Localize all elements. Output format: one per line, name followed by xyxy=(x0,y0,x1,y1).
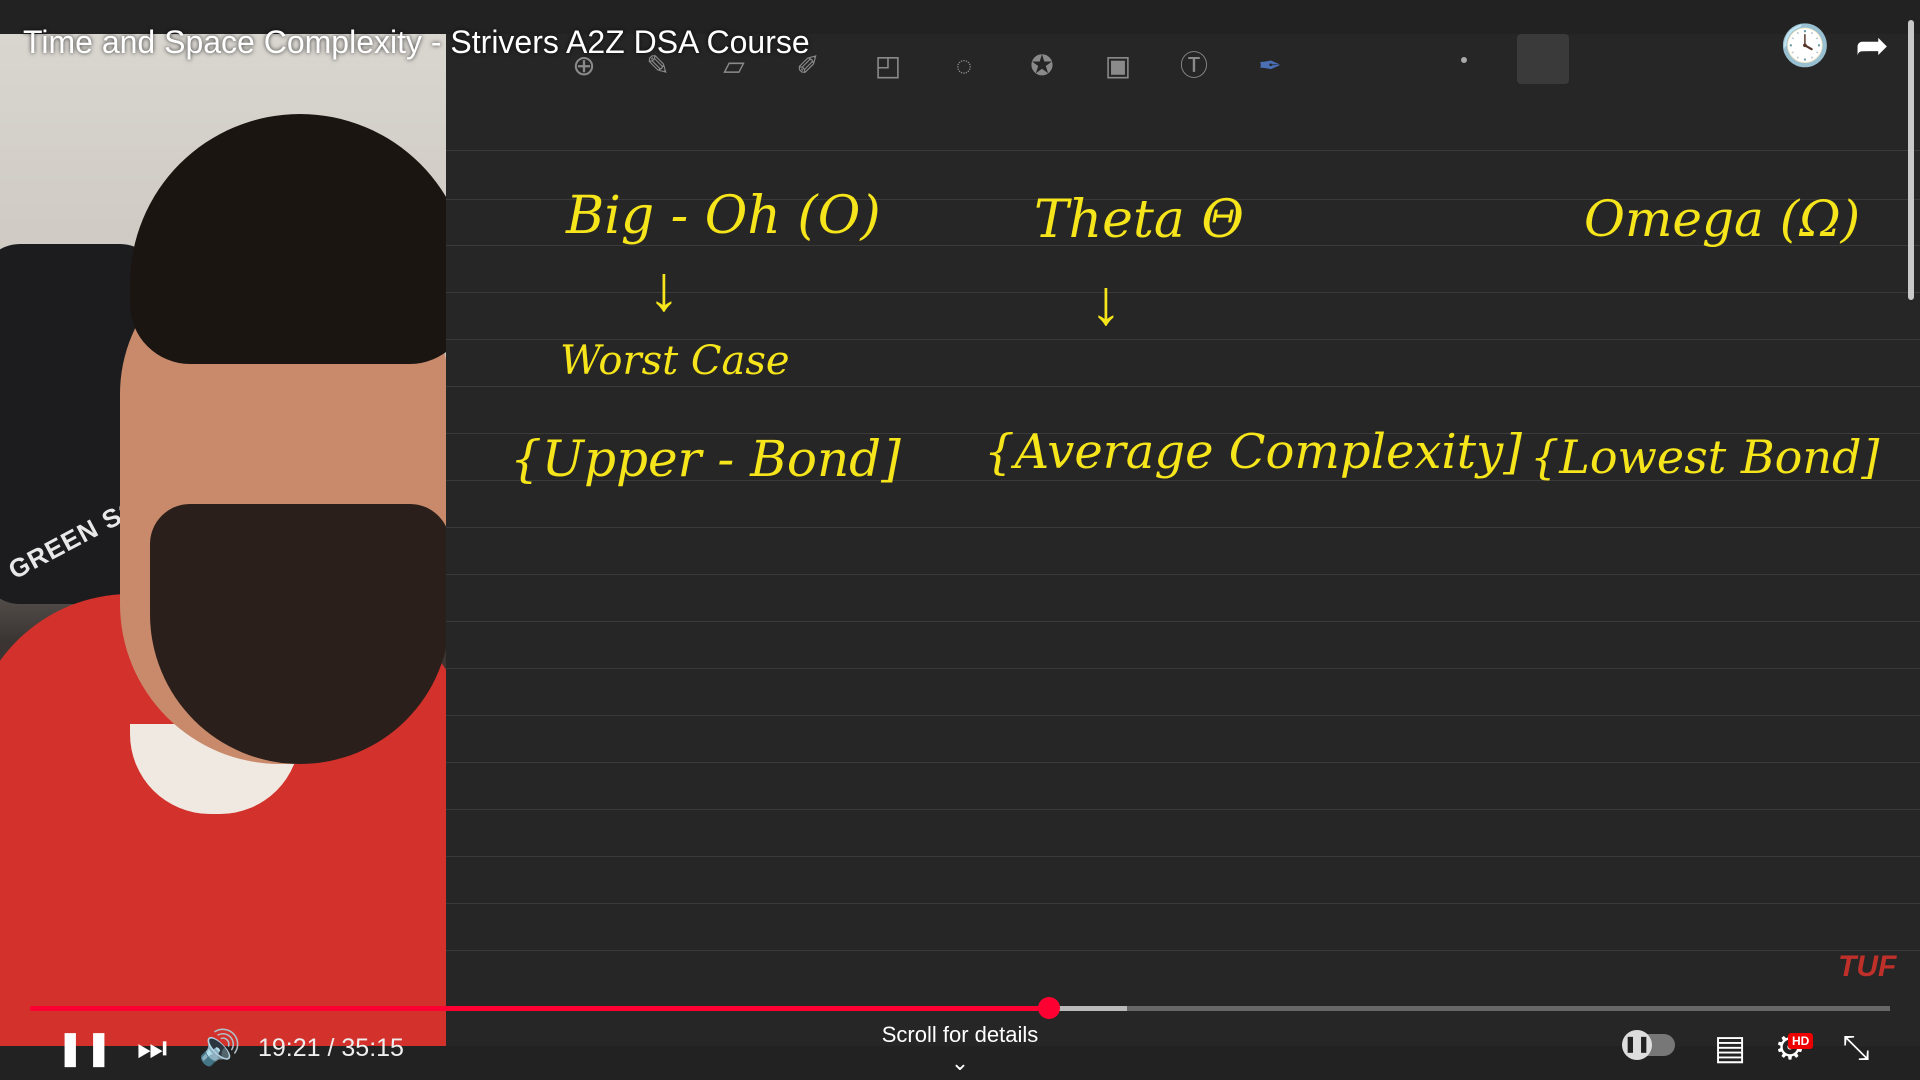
heading-big-oh: Big - Oh (O) xyxy=(566,186,881,246)
meaning-big-oh: Worst Case xyxy=(560,338,790,384)
volume-icon[interactable]: 🔊 xyxy=(198,1026,242,1070)
heading-omega: Omega (Ω) xyxy=(1584,190,1861,248)
pause-icon[interactable]: ❚❚ xyxy=(56,1026,113,1070)
exit-fullscreen-icon[interactable]: ⤡ xyxy=(1834,1026,1878,1070)
progress-bar[interactable] xyxy=(30,997,1890,1019)
arrow-big-oh: ↓ xyxy=(648,252,680,324)
time-display: 19:21 / 35:15 xyxy=(258,1034,404,1062)
lasso-icon: ◌ xyxy=(955,50,973,81)
text-icon: Ⓣ xyxy=(1179,50,1208,81)
bracket-omega: {Lowest Bond] xyxy=(1530,430,1880,484)
share-icon[interactable]: ➦ xyxy=(1848,22,1896,70)
autoplay-pause-icon[interactable]: ❚❚ xyxy=(1622,1030,1652,1060)
sticker-icon: ✪ xyxy=(1030,50,1054,81)
heading-theta: Theta Θ xyxy=(1034,190,1245,250)
scroll-for-details[interactable]: Scroll for details xyxy=(830,1022,1090,1048)
played-bar xyxy=(30,1006,1050,1011)
next-icon[interactable]: ⏭ xyxy=(130,1026,174,1070)
shapes-icon: ◰ xyxy=(874,50,902,81)
pen-active-icon: ✒ xyxy=(1258,50,1282,81)
presenter-hair xyxy=(130,114,446,364)
arrow-theta: ↓ xyxy=(1090,266,1122,338)
captions-icon[interactable]: ▤ xyxy=(1708,1026,1752,1070)
presenter-camera: GREEN SOUL xyxy=(0,34,446,1046)
page-scrollbar-thumb[interactable] xyxy=(1908,20,1914,300)
stroke-style-icon xyxy=(1517,34,1569,84)
video-title[interactable]: Time and Space Complexity - Strivers A2Z… xyxy=(23,24,810,61)
hd-badge: HD xyxy=(1788,1033,1814,1049)
chevron-down-icon[interactable]: ⌄ xyxy=(945,1050,975,1076)
bracket-theta: {Average Complexity] xyxy=(984,424,1522,480)
watch-later-icon[interactable]: 🕓 xyxy=(1780,22,1830,70)
video-player[interactable]: GREEN SOUL ⊕ ✎ ▱ ✐ ◰ ◌ ✪ ▣ Ⓣ ✒ Big - Oh … xyxy=(0,0,1920,1080)
stroke-dot-icon xyxy=(1461,57,1467,63)
channel-watermark: TUF xyxy=(1838,950,1897,983)
bracket-big-oh: {Upper - Bond] xyxy=(510,430,901,488)
image-icon: ▣ xyxy=(1104,50,1132,81)
